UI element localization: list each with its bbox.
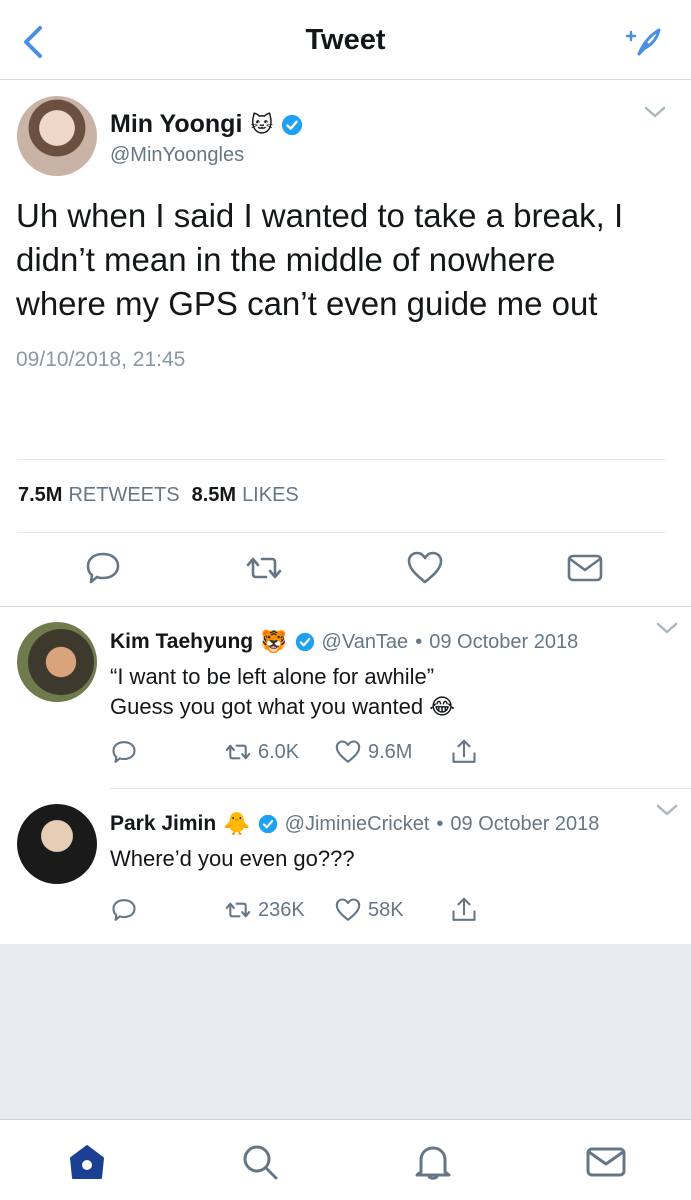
author-name: Min Yoongi	[110, 110, 243, 138]
tweet-text-line: where my GPS can’t even guide me out	[16, 285, 598, 322]
search-icon[interactable]	[238, 1140, 282, 1184]
retweet-count: 6.0K	[258, 740, 300, 763]
like-button[interactable]: 58K	[334, 896, 404, 924]
retweet-count: 236K	[258, 898, 305, 921]
reply-action-bar: 6.0K 9.6M	[110, 738, 670, 770]
reply-author-name[interactable]: Park Jimin	[110, 812, 216, 836]
reply-text: Where’d you even go???	[110, 844, 355, 874]
bottom-tab-bar	[0, 1119, 691, 1200]
like-heart-icon[interactable]	[405, 548, 445, 588]
tweet-text-line: Uh when I said I wanted to take a break,…	[16, 197, 624, 234]
reply-icon[interactable]	[83, 548, 123, 588]
like-button[interactable]: 9.6M	[334, 738, 412, 766]
reply-text-line: Where’d you even go???	[110, 846, 355, 871]
share-icon	[452, 897, 476, 921]
like-count: 9.6M	[368, 740, 413, 763]
divider	[18, 459, 665, 460]
likes-stat[interactable]: 8.5M LIKES	[192, 484, 299, 507]
nav-header: Tweet	[0, 0, 691, 80]
tweet-timestamp: 09/10/2018, 21:45	[16, 348, 186, 371]
page-title: Tweet	[305, 24, 386, 56]
messages-icon[interactable]	[584, 1140, 628, 1184]
reply-text-line: Guess you got what you wanted 😂	[110, 694, 455, 719]
tweet-text: Uh when I said I wanted to take a break,…	[16, 194, 666, 326]
reply-button[interactable]	[110, 896, 138, 924]
reply-date: 09 October 2018	[450, 812, 600, 835]
chevron-down-icon[interactable]	[655, 802, 679, 818]
retweets-count: 7.5M	[18, 484, 63, 506]
share-icon	[452, 739, 476, 763]
reply-author-name[interactable]: Kim Taehyung	[110, 630, 253, 654]
reply-action-bar: 236K 58K	[110, 896, 670, 928]
reply-header: Kim Taehyung 🐯 @VanTae • 09 October 2018	[110, 630, 578, 654]
reply-handle[interactable]: @JiminieCricket	[285, 813, 430, 836]
reply-tweet[interactable]: Kim Taehyung 🐯 @VanTae • 09 October 2018…	[0, 606, 691, 788]
main-tweet: Min Yoongi 🐱 @MinYoongles Uh when I said…	[0, 80, 691, 606]
like-count: 58K	[368, 898, 404, 921]
retweets-stat[interactable]: 7.5M RETWEETS	[18, 484, 180, 507]
meta-separator: •	[415, 630, 423, 653]
likes-count: 8.5M	[191, 484, 237, 506]
verified-badge-icon	[258, 814, 277, 834]
retweet-icon[interactable]	[244, 548, 284, 588]
like-heart-icon	[335, 898, 361, 921]
reply-icon	[112, 741, 136, 763]
retweet-button[interactable]: 236K	[224, 896, 305, 924]
avatar[interactable]	[17, 622, 97, 702]
share-button[interactable]	[450, 738, 478, 766]
home-icon[interactable]	[65, 1140, 109, 1184]
direct-message-icon[interactable]	[565, 548, 605, 588]
divider	[18, 532, 665, 533]
empty-feed-area	[0, 944, 691, 1120]
tweet-stats: 7.5M RETWEETS 8.5M LIKES	[18, 484, 299, 507]
reply-icon	[112, 899, 136, 921]
reply-date: 09 October 2018	[429, 630, 579, 653]
reply-text: “I want to be left alone for awhile” Gue…	[110, 662, 455, 722]
compose-tweet-icon[interactable]	[625, 22, 665, 62]
reply-button[interactable]	[110, 738, 138, 766]
author-name-row[interactable]: Min Yoongi 🐱	[110, 110, 303, 139]
tiger-emoji-icon: 🐯	[260, 629, 288, 654]
tweet-action-bar	[0, 548, 691, 596]
tweet-text-line: didn’t mean in the middle of nowhere	[16, 241, 556, 278]
avatar[interactable]	[17, 96, 97, 176]
reply-handle[interactable]: @VanTae	[322, 631, 409, 654]
author-handle[interactable]: @MinYoongles	[110, 144, 244, 167]
avatar[interactable]	[17, 804, 97, 884]
retweet-button[interactable]: 6.0K	[224, 738, 299, 766]
reply-header: Park Jimin 🐥 @JiminieCricket • 09 Octobe…	[110, 812, 599, 836]
notifications-bell-icon[interactable]	[411, 1140, 455, 1184]
retweet-icon	[225, 744, 251, 760]
chevron-down-icon[interactable]	[643, 104, 667, 120]
meta-separator: •	[436, 812, 444, 835]
verified-badge-icon	[282, 114, 303, 135]
likes-label: LIKES	[242, 484, 299, 506]
share-button[interactable]	[450, 896, 478, 924]
reply-tweet[interactable]: Park Jimin 🐥 @JiminieCricket • 09 Octobe…	[0, 788, 691, 944]
like-heart-icon	[335, 740, 361, 763]
chevron-down-icon[interactable]	[655, 620, 679, 636]
reply-text-line: “I want to be left alone for awhile”	[110, 664, 435, 689]
chick-emoji-icon: 🐥	[223, 811, 251, 836]
verified-badge-icon	[295, 632, 314, 652]
retweets-label: RETWEETS	[68, 484, 180, 506]
cat-emoji-icon: 🐱	[250, 111, 274, 137]
retweet-icon	[225, 902, 251, 918]
